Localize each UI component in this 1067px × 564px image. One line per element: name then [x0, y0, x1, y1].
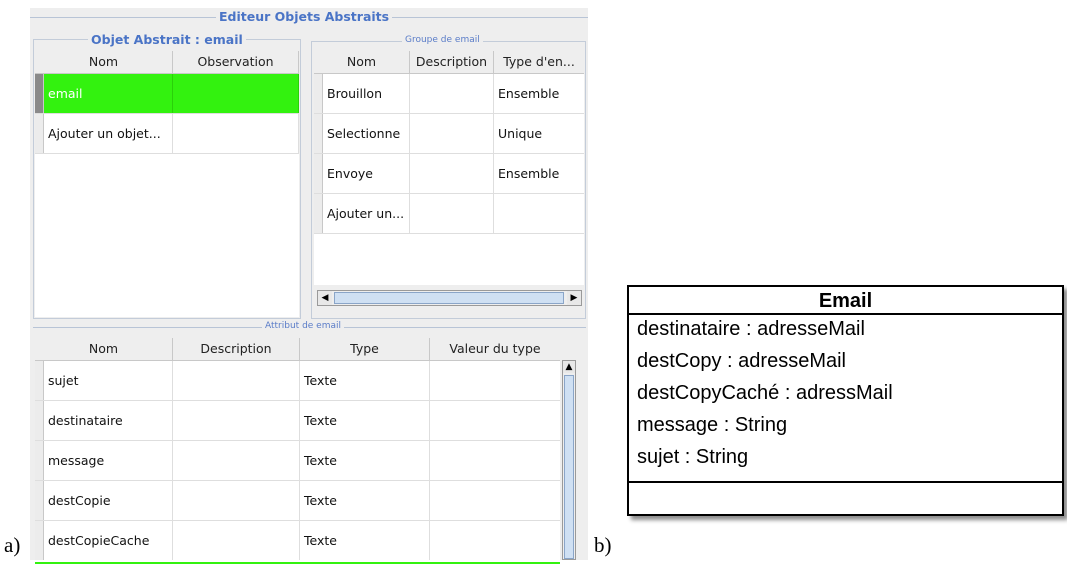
group-description[interactable] — [410, 114, 494, 153]
column-header-nom[interactable]: Nom — [314, 51, 410, 73]
uml-attribute: message : String — [637, 414, 788, 436]
attribute-name[interactable]: destCopie — [44, 481, 173, 520]
attribute-description[interactable] — [173, 481, 300, 520]
column-header-observation[interactable]: Observation — [173, 51, 299, 73]
uml-attribute: destinataire : adresseMail — [637, 318, 865, 340]
group-row[interactable]: Brouillon Ensemble — [314, 74, 584, 114]
attribute-value[interactable] — [430, 521, 560, 560]
column-header-type[interactable]: Type d'en... — [494, 51, 584, 73]
attribute-row[interactable]: message Texte — [35, 441, 560, 481]
attribute-type[interactable]: Texte — [300, 481, 430, 520]
attribute-value[interactable] — [430, 481, 560, 520]
uml-methods-separator — [629, 481, 1062, 483]
column-header-description[interactable]: Description — [410, 51, 494, 73]
abstract-object-editor: Editeur Objets Abstraits Objet Abstrait … — [30, 8, 588, 564]
row-header[interactable] — [314, 154, 323, 193]
column-header-valeur[interactable]: Valeur du type — [430, 338, 560, 360]
row-header[interactable] — [35, 401, 44, 440]
attribute-type[interactable]: Texte — [300, 521, 430, 560]
object-observation[interactable] — [173, 114, 299, 153]
attribute-description[interactable] — [173, 361, 300, 400]
group-name[interactable]: Selectionne — [323, 114, 410, 153]
group-type[interactable] — [494, 194, 584, 233]
object-name[interactable]: email — [44, 74, 173, 113]
group-row[interactable]: Envoye Ensemble — [314, 154, 584, 194]
objects-table-header: Nom Observation — [35, 51, 299, 74]
attribute-name[interactable]: destinataire — [44, 401, 173, 440]
attributes-panel-title: Attribut de email — [262, 321, 344, 331]
group-description[interactable] — [410, 154, 494, 193]
attribute-description[interactable] — [173, 401, 300, 440]
attribute-value[interactable] — [430, 361, 560, 400]
row-header[interactable] — [35, 521, 44, 560]
group-name[interactable]: Brouillon — [323, 74, 410, 113]
group-description[interactable] — [410, 74, 494, 113]
attribute-value[interactable] — [430, 441, 560, 480]
groups-table-header: Nom Description Type d'en... — [314, 51, 584, 74]
scroll-right-icon[interactable]: ▶ — [567, 291, 581, 305]
group-type[interactable]: Unique — [494, 114, 584, 153]
uml-attribute: destCopyCaché : adressMail — [637, 382, 893, 404]
attributes-vertical-scrollbar[interactable]: ▲ — [562, 360, 576, 560]
attribute-description[interactable] — [173, 521, 300, 560]
objects-panel-title: Objet Abstrait : email — [88, 32, 246, 47]
uml-class-name: Email — [629, 287, 1062, 315]
scroll-left-icon[interactable]: ◀ — [318, 291, 332, 305]
object-row-add[interactable]: Ajouter un objet... — [35, 114, 299, 154]
scrollbar-thumb[interactable] — [564, 375, 574, 559]
editor-title: Editeur Objets Abstraits — [216, 9, 393, 24]
column-header-type[interactable]: Type — [300, 338, 430, 360]
row-header[interactable] — [35, 481, 44, 520]
object-row-email[interactable]: email — [35, 74, 299, 114]
row-header[interactable] — [314, 194, 323, 233]
attribute-name[interactable]: destCopieCache — [44, 521, 173, 560]
group-type[interactable]: Ensemble — [494, 154, 584, 193]
attribute-row[interactable]: destCopieCache Texte — [35, 521, 560, 561]
attribute-row[interactable]: sujet Texte — [35, 361, 560, 401]
attribute-type[interactable]: Texte — [300, 401, 430, 440]
row-header[interactable] — [35, 441, 44, 480]
group-row-add[interactable]: Ajouter un... — [314, 194, 584, 234]
attributes-table: Nom Description Type Valeur du type suje… — [35, 338, 560, 564]
column-header-nom[interactable]: Nom — [35, 51, 173, 73]
group-name[interactable]: Envoye — [323, 154, 410, 193]
row-header[interactable] — [35, 74, 44, 113]
groups-table: Nom Description Type d'en... Brouillon E… — [314, 51, 584, 285]
attribute-value[interactable] — [430, 401, 560, 440]
column-header-nom[interactable]: Nom — [35, 338, 173, 360]
attributes-table-header: Nom Description Type Valeur du type — [35, 338, 560, 361]
caption-b: b) — [594, 533, 612, 557]
attribute-name[interactable]: sujet — [44, 361, 173, 400]
row-header[interactable] — [314, 74, 323, 113]
uml-attribute: sujet : String — [637, 446, 749, 468]
group-row[interactable]: Selectionne Unique — [314, 114, 584, 154]
attribute-row[interactable]: destinataire Texte — [35, 401, 560, 441]
scroll-up-icon[interactable]: ▲ — [563, 361, 575, 373]
objects-table: Nom Observation email Ajouter un objet..… — [35, 51, 299, 317]
caption-a: a) — [4, 533, 21, 557]
object-observation[interactable] — [173, 74, 299, 113]
row-header[interactable] — [314, 114, 323, 153]
group-description[interactable] — [410, 194, 494, 233]
scrollbar-thumb[interactable] — [334, 292, 564, 304]
attribute-type[interactable]: Texte — [300, 441, 430, 480]
attribute-description[interactable] — [173, 441, 300, 480]
groups-panel-title: Groupe de email — [402, 35, 483, 45]
attribute-type[interactable]: Texte — [300, 361, 430, 400]
column-header-description[interactable]: Description — [173, 338, 300, 360]
attribute-name[interactable]: message — [44, 441, 173, 480]
attribute-row[interactable]: destCopie Texte — [35, 481, 560, 521]
add-group-cell[interactable]: Ajouter un... — [323, 194, 410, 233]
add-object-cell[interactable]: Ajouter un objet... — [44, 114, 173, 153]
row-header[interactable] — [35, 114, 44, 153]
row-header[interactable] — [35, 361, 44, 400]
group-type[interactable]: Ensemble — [494, 74, 584, 113]
uml-attribute: destCopy : adresseMail — [637, 350, 846, 372]
groups-horizontal-scrollbar[interactable]: ◀ ▶ — [317, 290, 582, 306]
uml-class-box: Email destinataire : adresseMail destCop… — [627, 285, 1064, 516]
